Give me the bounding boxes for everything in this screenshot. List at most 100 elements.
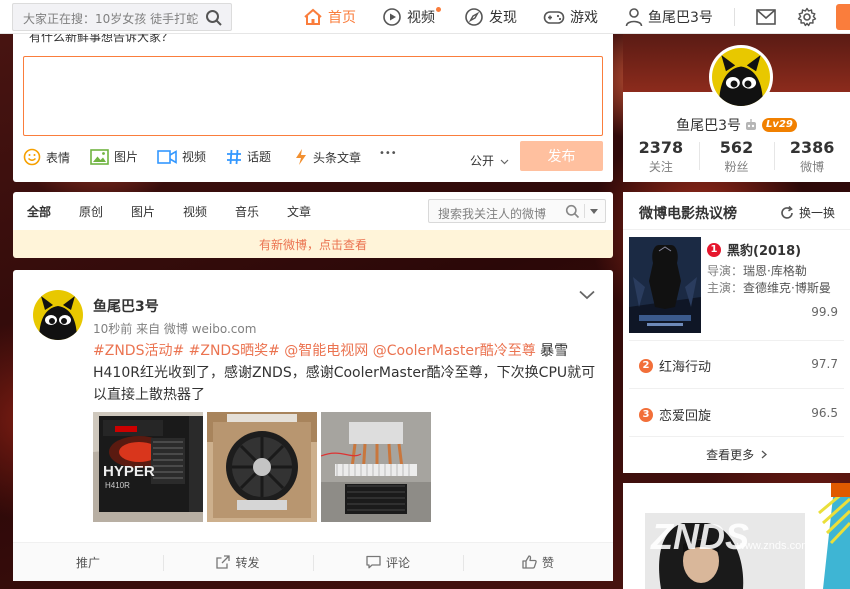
movie-name: 红海行动 [659, 360, 712, 375]
composer-textarea[interactable] [23, 56, 603, 136]
image-icon [90, 148, 109, 165]
nav-discover[interactable]: 发现 [464, 6, 517, 28]
director-name[interactable]: 瑞恩·库格勒 [743, 264, 807, 278]
director-label: 导演： [707, 264, 744, 278]
nav-game[interactable]: 游戏 [543, 6, 598, 28]
post-image-3[interactable] [321, 412, 431, 522]
post-tags[interactable]: #ZNDS活动# #ZNDS晒奖# @智能电视网 @CoolerMaster酷冷… [93, 343, 536, 359]
following-count: 2378 [638, 138, 684, 157]
cooler-unboxed-photo [207, 412, 317, 522]
view-more-label: 查看更多 [706, 448, 755, 462]
nav-settings[interactable] [797, 6, 822, 28]
znds-ad-image: ZNDS www.znds.com [623, 483, 850, 589]
ad-logo-text: ZNDS [650, 516, 749, 557]
stat-following[interactable]: 2378 关注 [623, 138, 699, 175]
comment-label: 评论 [385, 555, 410, 570]
nav-video-label: 视频 [407, 10, 435, 26]
tab-article[interactable]: 文章 [287, 203, 311, 220]
movie-name: 黑豹(2018) [727, 244, 802, 259]
repost-button[interactable]: 转发 [163, 543, 313, 581]
nav-profile[interactable]: 鱼尾巴3号 [625, 6, 713, 28]
tool-emoji[interactable]: 表情 [23, 148, 70, 166]
post-author-avatar[interactable] [33, 290, 83, 340]
tool-topic-label: 话题 [247, 150, 272, 164]
gear-icon [797, 7, 817, 27]
promote-button[interactable]: 推广 [13, 543, 163, 581]
divider [629, 340, 844, 341]
search-icon[interactable] [205, 9, 223, 27]
tab-images[interactable]: 图片 [131, 203, 155, 220]
profile-card: 鱼尾巴3号 Lv29 2378 关注 562 粉丝 2386 微博 [623, 34, 850, 182]
post-card: 鱼尾巴3号 10秒前 来自 微博 weibo.com #ZNDS活动# #ZND… [13, 270, 613, 581]
cast-label: 主演： [707, 281, 744, 295]
profile-name[interactable]: 鱼尾巴3号 [676, 115, 741, 135]
movie-item-1[interactable]: 1 黑豹(2018) [707, 240, 801, 259]
feed-search[interactable]: 搜索我关注人的微博 [428, 199, 606, 223]
movie-panel-header: 微博电影热议榜 换一换 [623, 192, 850, 230]
stat-fans[interactable]: 562 粉丝 [698, 138, 775, 175]
comment-button[interactable]: 评论 [313, 543, 463, 581]
global-search[interactable]: 大家正在搜：10岁女孩 徒手打蛇 [12, 3, 232, 31]
post-image-2[interactable] [207, 412, 317, 522]
level-badge[interactable]: Lv29 [762, 118, 797, 132]
tool-topic[interactable]: 话题 [226, 148, 271, 165]
post-author-name[interactable]: 鱼尾巴3号 [93, 296, 159, 316]
thumbs-up-icon [522, 555, 537, 569]
feed-tabs: 全部 原创 图片 视频 音乐 文章 搜索我关注人的微博 [13, 192, 613, 230]
movie-item-2[interactable]: 2 红海行动 [639, 356, 711, 375]
movie-score: 97.7 [811, 357, 838, 371]
nav-messages[interactable] [756, 6, 781, 28]
stat-weibo[interactable]: 2386 微博 [774, 138, 850, 175]
visibility-select[interactable]: 公开 [470, 152, 509, 169]
new-weibo-notice[interactable]: 有新微博，点击查看 [13, 230, 613, 258]
cast-name[interactable]: 查德维克·博斯曼 [743, 281, 831, 295]
caret-down-icon[interactable] [590, 209, 598, 214]
movie-score: 99.9 [811, 305, 838, 319]
tab-all[interactable]: 全部 [27, 203, 51, 220]
post-image-1[interactable]: HYPER H410R [93, 412, 203, 522]
tab-original[interactable]: 原创 [79, 203, 103, 220]
view-more-link[interactable]: 查看更多 [623, 446, 850, 463]
post-actions: 推广 转发 评论 赞 [13, 542, 613, 581]
tab-music[interactable]: 音乐 [235, 203, 259, 220]
publish-button[interactable]: 发布 [520, 141, 603, 171]
post-images: HYPER H410R [93, 412, 431, 522]
cat-avatar-icon [712, 48, 770, 106]
video-camera-icon [157, 149, 177, 164]
divider [629, 436, 844, 437]
robot-badge-icon [746, 119, 757, 130]
tool-video[interactable]: 视频 [157, 148, 206, 165]
like-label: 赞 [541, 555, 554, 570]
promote-label: 推广 [75, 555, 100, 570]
following-label: 关注 [648, 160, 673, 174]
publish-shortcut-button[interactable] [836, 4, 850, 30]
tool-image[interactable]: 图片 [90, 148, 138, 165]
tool-more[interactable]: ••• [379, 148, 397, 159]
nav-username: 鱼尾巴3号 [648, 10, 713, 26]
black-panther-poster [629, 237, 701, 333]
tool-article[interactable]: 头条文章 [294, 148, 361, 166]
tab-video[interactable]: 视频 [183, 203, 207, 220]
lightning-icon [296, 149, 306, 165]
profile-avatar[interactable] [709, 45, 773, 109]
composer: 有什么新鲜事想告诉大家？ 表情 图片 视频 话题 头条文章 ••• 公开 发布 [13, 34, 613, 182]
nav-home[interactable]: 首页 [303, 6, 356, 28]
search-icon[interactable] [565, 204, 580, 219]
cooler-model-text: H410R [105, 481, 130, 490]
post-content: #ZNDS活动# #ZNDS晒奖# @智能电视网 @CoolerMaster酷冷… [93, 340, 603, 406]
refresh-button[interactable]: 换一换 [780, 204, 835, 221]
nav-home-label: 首页 [328, 10, 356, 26]
top-navbar: 大家正在搜：10岁女孩 徒手打蛇 首页 视频 发现 游戏 鱼尾巴3号 [0, 0, 850, 34]
chevron-down-icon[interactable] [579, 290, 595, 300]
refresh-label: 换一换 [799, 206, 836, 220]
weibo-label: 微博 [800, 160, 825, 174]
compass-icon [465, 8, 483, 26]
nav-video[interactable]: 视频 [382, 6, 441, 28]
tool-emoji-label: 表情 [46, 150, 71, 165]
tool-image-label: 图片 [114, 150, 139, 164]
like-button[interactable]: 赞 [463, 543, 613, 581]
movie-poster[interactable] [629, 237, 701, 333]
ad-banner[interactable]: ZNDS www.znds.com [623, 483, 850, 589]
divider [629, 388, 844, 389]
movie-item-3[interactable]: 3 恋爱回旋 [639, 405, 711, 424]
